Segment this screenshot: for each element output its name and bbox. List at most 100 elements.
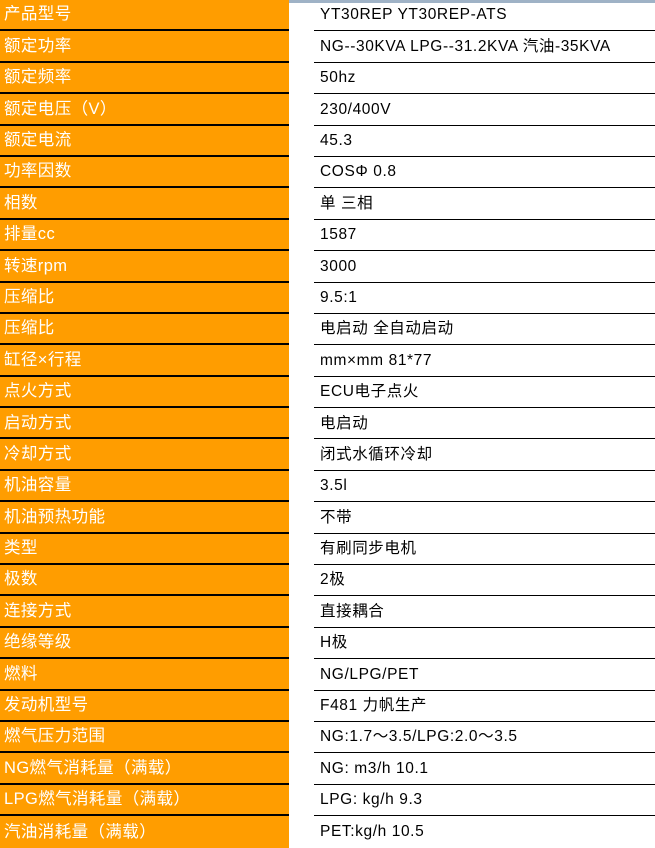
table-row: 机油预热功能 不带 <box>0 502 655 534</box>
top-divider-rule <box>289 0 655 3</box>
table-row: 燃气压力范围 NG:1.7～3.5/LPG:2.0～3.5 <box>0 721 655 754</box>
spec-label: 功率因数 <box>0 156 289 189</box>
spec-label: 冷却方式 <box>0 439 289 471</box>
table-row: 相数单 三相 <box>0 188 655 220</box>
column-gutter <box>289 31 314 63</box>
spec-label: 极数 <box>0 565 289 597</box>
column-gutter <box>289 565 314 597</box>
spec-value: 3000 <box>314 251 655 283</box>
spec-label: 相数 <box>0 188 289 220</box>
column-gutter <box>289 313 314 346</box>
column-gutter <box>289 533 314 566</box>
column-gutter <box>289 470 314 503</box>
spec-label: LPG燃气消耗量（满载） <box>0 784 289 817</box>
table-row: LPG燃气消耗量（满载） LPG: kg/h 9.3 <box>0 784 655 817</box>
spec-value: 不带 <box>314 502 655 534</box>
column-gutter <box>289 721 314 754</box>
column-gutter <box>289 596 314 628</box>
spec-value: NG: m3/h 10.1 <box>314 753 655 785</box>
table-row: NG燃气消耗量（满载） NG: m3/h 10.1 <box>0 753 655 785</box>
spec-label: 产品型号 <box>0 0 289 32</box>
spec-value: 直接耦合 <box>314 596 655 628</box>
table-row: 产品型号 YT30REP YT30REP-ATS <box>0 0 655 32</box>
spec-value: mm×mm 81*77 <box>314 345 655 377</box>
table-row: 汽油消耗量（满载） PET:kg/h 10.5 <box>0 816 655 848</box>
spec-label: 机油容量 <box>0 470 289 503</box>
spec-label: 压缩比 <box>0 282 289 314</box>
table-row: 点火方式 ECU电子点火 <box>0 376 655 409</box>
column-gutter <box>289 502 314 534</box>
spec-value: 有刷同步电机 <box>314 533 655 566</box>
spec-value: 2极 <box>314 565 655 597</box>
spec-label: 额定电压（V） <box>0 94 289 126</box>
table-row: 额定电流 45.3 <box>0 125 655 157</box>
spec-value: COSΦ 0.8 <box>314 156 655 189</box>
table-row: 压缩比 9.5:1 <box>0 282 655 314</box>
spec-value: NG:1.7～3.5/LPG:2.0～3.5 <box>314 721 655 754</box>
table-row: 极数 2极 <box>0 565 655 597</box>
table-row: 连接方式 直接耦合 <box>0 596 655 628</box>
table-row: 额定功率 NG--30KVA LPG--31.2KVA 汽油-35KVA <box>0 31 655 63</box>
table-row: 发动机型号 F481 力帆生产 <box>0 690 655 722</box>
column-gutter <box>289 659 314 691</box>
table-row: 压缩比 电启动 全自动启动 <box>0 313 655 346</box>
spec-value: NG--30KVA LPG--31.2KVA 汽油-35KVA <box>314 31 655 63</box>
table-row: 功率因数 COSΦ 0.8 <box>0 156 655 189</box>
table-row: 绝缘等级 H极 <box>0 627 655 660</box>
spec-label: 燃料 <box>0 659 289 691</box>
spec-label: 连接方式 <box>0 596 289 628</box>
spec-label: 转速rpm <box>0 251 289 283</box>
column-gutter <box>289 439 314 471</box>
column-gutter <box>289 125 314 157</box>
table-row: 转速rpm 3000 <box>0 251 655 283</box>
spec-label: 额定功率 <box>0 31 289 63</box>
table-row: 缸径×行程 mm×mm 81*77 <box>0 345 655 377</box>
table-row: 类型 有刷同步电机 <box>0 533 655 566</box>
column-gutter <box>289 627 314 660</box>
table-row: 排量cc 1587 <box>0 219 655 252</box>
table-row: 额定电压（V） 230/400V <box>0 94 655 126</box>
column-gutter <box>289 94 314 126</box>
spec-label: 压缩比 <box>0 313 289 346</box>
spec-label: NG燃气消耗量（满载） <box>0 753 289 785</box>
column-gutter <box>289 156 314 189</box>
spec-value: 50hz <box>314 62 655 95</box>
table-row: 额定频率 50hz <box>0 62 655 95</box>
specification-table: 产品型号 YT30REP YT30REP-ATS 额定功率 NG--30KVA LPG… <box>0 0 655 848</box>
spec-value: ECU电子点火 <box>314 376 655 409</box>
spec-label: 额定电流 <box>0 125 289 157</box>
spec-value: 230/400V <box>314 94 655 126</box>
spec-value: 电启动 全自动启动 <box>314 313 655 346</box>
spec-label: 机油预热功能 <box>0 502 289 534</box>
column-gutter <box>289 816 314 848</box>
column-gutter <box>289 345 314 377</box>
column-gutter <box>289 219 314 252</box>
column-gutter <box>289 376 314 409</box>
spec-value: F481 力帆生产 <box>314 690 655 722</box>
spec-label: 发动机型号 <box>0 690 289 722</box>
column-gutter <box>289 753 314 785</box>
column-gutter <box>289 0 314 32</box>
spec-value: PET:kg/h 10.5 <box>314 816 655 848</box>
column-gutter <box>289 408 314 440</box>
table-body: 产品型号 YT30REP YT30REP-ATS 额定功率 NG--30KVA LPG… <box>0 0 655 848</box>
column-gutter <box>289 251 314 283</box>
spec-label: 汽油消耗量（满载） <box>0 816 289 848</box>
spec-value: 1587 <box>314 219 655 252</box>
spec-value: NG/LPG/PET <box>314 659 655 691</box>
spec-value: 闭式水循环冷却 <box>314 439 655 471</box>
column-gutter <box>289 188 314 220</box>
table-row: 燃料 NG/LPG/PET <box>0 659 655 691</box>
spec-label: 燃气压力范围 <box>0 721 289 754</box>
spec-label: 点火方式 <box>0 376 289 409</box>
spec-label: 排量cc <box>0 219 289 252</box>
spec-value: 单 三相 <box>314 188 655 220</box>
spec-label: 缸径×行程 <box>0 345 289 377</box>
spec-label: 额定频率 <box>0 62 289 95</box>
spec-label: 类型 <box>0 533 289 566</box>
spec-value: 45.3 <box>314 125 655 157</box>
spec-value: 3.5l <box>314 470 655 503</box>
spec-value: 电启动 <box>314 408 655 440</box>
column-gutter <box>289 784 314 817</box>
column-gutter <box>289 282 314 314</box>
